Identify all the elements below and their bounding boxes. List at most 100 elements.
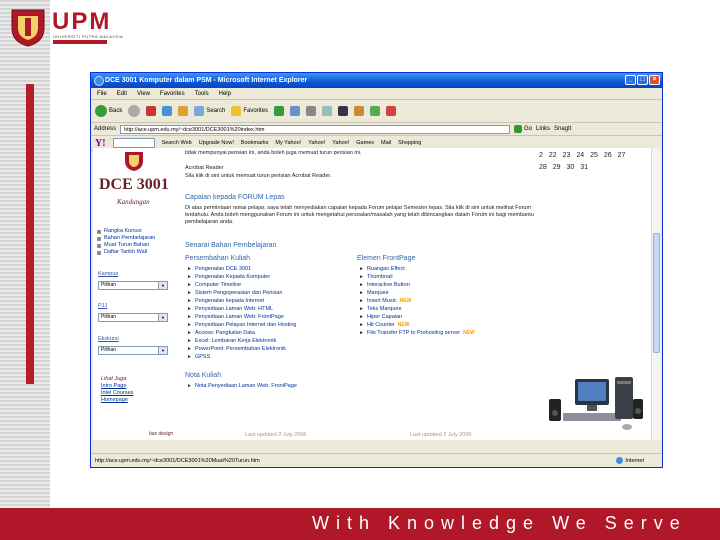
yahoo-search-web[interactable]: Search Web bbox=[162, 140, 192, 146]
lihat-link-intel[interactable]: Intel Courses bbox=[101, 390, 133, 397]
calendar-day[interactable]: 29 bbox=[553, 164, 561, 171]
ekskursi-select[interactable]: Pilihan ▼ bbox=[98, 346, 168, 355]
menu-file[interactable]: File bbox=[97, 91, 107, 97]
persembahan-link[interactable]: Sistem Pengoperasian dan Perisian bbox=[195, 289, 282, 297]
edit-icon[interactable] bbox=[322, 106, 333, 116]
research-icon[interactable] bbox=[354, 106, 365, 116]
list-item[interactable]: ► Pengenalan DCE 3001 bbox=[187, 265, 296, 273]
calendar-day[interactable]: 2 bbox=[539, 152, 543, 159]
history-icon[interactable] bbox=[274, 106, 285, 116]
list-item[interactable]: ► Hit Counter NEW bbox=[359, 321, 475, 329]
list-item[interactable]: ► Marquee bbox=[359, 289, 475, 297]
kampus-select[interactable]: Pilihan ▼ bbox=[98, 281, 168, 290]
lihat-link-intro[interactable]: Intro Page bbox=[101, 383, 133, 390]
elemen-link[interactable]: Hit Counter bbox=[367, 321, 395, 329]
yahoo-bookmarks[interactable]: Bookmarks bbox=[241, 140, 269, 146]
calendar-day[interactable]: 22 bbox=[549, 152, 557, 159]
persembahan-link[interactable]: Excel: Lembaran Kerja Elektronik bbox=[195, 337, 276, 345]
persembahan-link[interactable]: Penyediaan Pelayan Internet dan Hosting bbox=[195, 321, 297, 329]
persembahan-link[interactable]: PowerPoint: Persembahan Elektronik bbox=[195, 345, 286, 353]
list-item[interactable]: ► Thumbnail bbox=[359, 273, 475, 281]
yahoo-yahoo[interactable]: Yahoo! bbox=[308, 140, 325, 146]
list-item[interactable]: ► Pengenalan kepada Internet bbox=[187, 297, 296, 305]
list-item[interactable]: ► File Transfer FTP to Prohosting server N… bbox=[359, 329, 475, 337]
yahoo-logo-icon[interactable]: Y! bbox=[95, 138, 106, 149]
list-item[interactable]: ► Excel: Lembaran Kerja Elektronik bbox=[187, 337, 296, 345]
snagit-button[interactable]: SnagIt bbox=[554, 126, 571, 132]
yahoo-yahoo-bang[interactable]: Yahoo! bbox=[332, 140, 349, 146]
maximize-button[interactable]: □ bbox=[637, 75, 648, 85]
yahoo-mail[interactable]: Mail bbox=[381, 140, 391, 146]
persembahan-link[interactable]: Computer Timeline bbox=[195, 281, 241, 289]
favorites-button[interactable]: Favorites bbox=[231, 106, 268, 116]
elemen-link[interactable]: Hiper Capaian bbox=[367, 313, 402, 321]
yahoo-my-yahoo[interactable]: My Yahoo! bbox=[275, 140, 301, 146]
go-button[interactable]: Go bbox=[514, 125, 532, 133]
print-icon[interactable] bbox=[306, 106, 317, 116]
calendar-day[interactable]: 30 bbox=[567, 164, 575, 171]
list-item[interactable]: ► Penyediaan Laman Web: HTML bbox=[187, 305, 296, 313]
elemen-link[interactable]: Teks Marquee bbox=[367, 305, 402, 313]
nav-link-muat-turun[interactable]: Muat Turun Bahan bbox=[104, 242, 149, 249]
nav-link-rangka[interactable]: Rangka Kursus bbox=[104, 228, 142, 235]
yahoo-games[interactable]: Games bbox=[356, 140, 374, 146]
calendar-day[interactable]: 27 bbox=[618, 152, 626, 159]
search-button[interactable]: Search bbox=[194, 106, 225, 116]
list-item[interactable]: ► Interactive Button bbox=[359, 281, 475, 289]
window-titlebar[interactable]: DCE 3001 Komputer dalam PSM - Microsoft … bbox=[91, 73, 662, 88]
list-item[interactable]: ► PowerPoint: Persembahan Elektronik bbox=[187, 345, 296, 353]
persembahan-link[interactable]: Access: Pangkalan Data bbox=[195, 329, 255, 337]
address-input[interactable]: http://ace.upm.edu.my/~dce3001/DCE3001%2… bbox=[120, 124, 511, 134]
forward-button[interactable] bbox=[128, 105, 141, 117]
calendar-day[interactable]: 28 bbox=[539, 164, 547, 171]
pjj-select[interactable]: Pilihan ▼ bbox=[98, 313, 168, 322]
back-button[interactable]: Back bbox=[95, 105, 122, 117]
list-item[interactable]: ► Penyediaan Pelayan Internet dan Hosting bbox=[187, 321, 296, 329]
elemen-link[interactable]: Thumbnail bbox=[367, 273, 393, 281]
nav-item[interactable]: Muat Turun Bahan bbox=[97, 242, 155, 249]
persembahan-link[interactable]: Pengenalan DCE 3001 bbox=[195, 265, 251, 273]
list-item[interactable]: ► Nota Penyediaan Laman Web: FrontPage bbox=[187, 382, 297, 390]
messenger-icon[interactable] bbox=[338, 106, 349, 116]
list-item[interactable]: ► Ruangan Effect bbox=[359, 265, 475, 273]
persembahan-link[interactable]: Penyediaan Laman Web: FrontPage bbox=[195, 313, 284, 321]
list-item[interactable]: ► Pengenalan Kepada Komputer bbox=[187, 273, 296, 281]
persembahan-link[interactable]: Pengenalan Kepada Komputer bbox=[195, 273, 270, 281]
nav-item[interactable]: Bahan Pembelajaran bbox=[97, 235, 155, 242]
calendar-day[interactable]: 25 bbox=[590, 152, 598, 159]
yahoo-upgrade[interactable]: Upgrade Now! bbox=[199, 140, 234, 146]
calendar-day[interactable]: 31 bbox=[580, 164, 588, 171]
elemen-link[interactable]: Insert Music bbox=[367, 297, 397, 305]
list-item[interactable]: ► Teks Marquee bbox=[359, 305, 475, 313]
yahoo-shopping[interactable]: Shopping bbox=[398, 140, 421, 146]
nav-item[interactable]: Rangka Kursus bbox=[97, 228, 155, 235]
list-item[interactable]: ► GPSS bbox=[187, 353, 296, 361]
menu-tools[interactable]: Tools bbox=[195, 91, 209, 97]
minimize-button[interactable]: _ bbox=[625, 75, 636, 85]
plugin-icon[interactable] bbox=[386, 106, 397, 116]
tool-icon[interactable] bbox=[370, 106, 381, 116]
persembahan-link[interactable]: Pengenalan kepada Internet bbox=[195, 297, 264, 305]
lihat-link-homepage[interactable]: Homepage bbox=[101, 397, 133, 404]
stop-icon[interactable] bbox=[146, 106, 157, 116]
mail-icon[interactable] bbox=[290, 106, 301, 116]
persembahan-link[interactable]: Penyediaan Laman Web: HTML bbox=[195, 305, 273, 313]
elemen-link[interactable]: File Transfer FTP to Prohosting server bbox=[367, 329, 460, 337]
menu-edit[interactable]: Edit bbox=[117, 91, 127, 97]
nav-link-daftar[interactable]: Daftar Tarikh Wall bbox=[104, 249, 147, 256]
refresh-icon[interactable] bbox=[162, 106, 173, 116]
list-item[interactable]: ► Access: Pangkalan Data bbox=[187, 329, 296, 337]
list-item[interactable]: ► Insert Music NEW bbox=[359, 297, 475, 305]
list-item[interactable]: ► Sistem Pengoperasian dan Perisian bbox=[187, 289, 296, 297]
calendar-day[interactable]: 24 bbox=[576, 152, 584, 159]
menu-help[interactable]: Help bbox=[219, 91, 231, 97]
list-item[interactable]: ► Penyediaan Laman Web: FrontPage bbox=[187, 313, 296, 321]
list-item[interactable]: ► Computer Timeline bbox=[187, 281, 296, 289]
menu-view[interactable]: View bbox=[137, 91, 150, 97]
yahoo-search-input[interactable] bbox=[112, 138, 155, 148]
persembahan-link[interactable]: GPSS bbox=[195, 353, 210, 361]
nota-link[interactable]: Nota Penyediaan Laman Web: FrontPage bbox=[195, 382, 297, 390]
calendar-day[interactable]: 23 bbox=[563, 152, 571, 159]
vertical-scrollbar[interactable] bbox=[651, 148, 661, 440]
elemen-link[interactable]: Ruangan Effect bbox=[367, 265, 405, 273]
